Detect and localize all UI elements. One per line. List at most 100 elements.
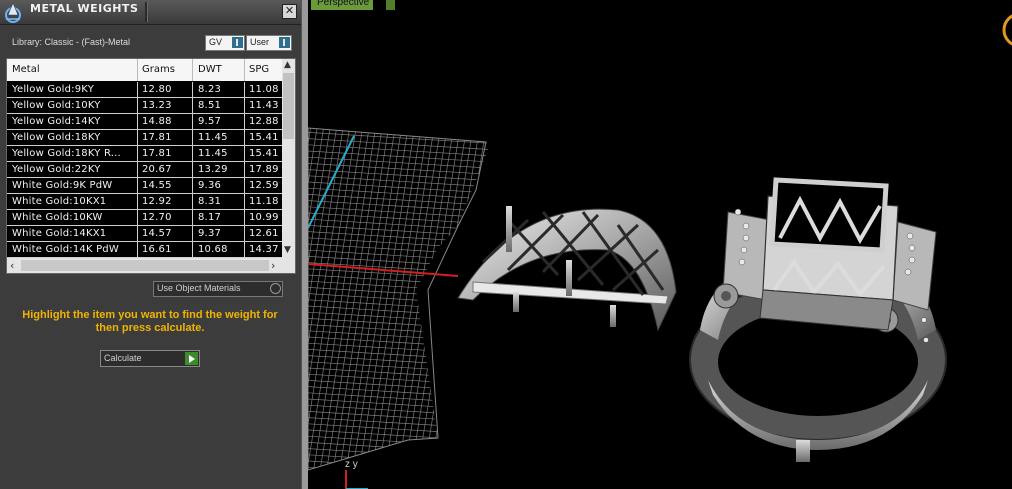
table-row[interactable]: Yellow Gold:22KY 20.67 13.29 17.89 <box>7 162 282 178</box>
grid-line <box>308 373 488 387</box>
user-dropdown[interactable]: User <box>246 35 292 51</box>
table-row[interactable]: Yellow Gold:18KY R... 17.81 11.45 15.41 <box>7 146 282 162</box>
table-row[interactable]: Yellow Gold:14KY 14.88 9.57 12.88 <box>7 114 282 130</box>
dwt-cell: 11.45 <box>198 132 228 143</box>
column-header-grams[interactable]: Grams <box>142 64 175 75</box>
column-header-metal[interactable]: Metal <box>12 64 40 75</box>
spg-cell: 11.43 <box>249 100 279 111</box>
dwt-cell: 8.31 <box>198 196 222 207</box>
spg-cell: 10.99 <box>249 212 279 223</box>
grid-line <box>344 128 405 470</box>
arrow-down-icon[interactable]: ▼ <box>284 245 291 255</box>
grams-cell: 14.55 <box>142 180 172 191</box>
table-row[interactable]: White Gold:10KW 12.70 8.17 10.99 <box>7 210 282 226</box>
arrow-left-icon[interactable]: ‹ <box>10 259 14 272</box>
grid-line <box>308 225 488 238</box>
column-divider[interactable] <box>137 59 138 81</box>
use-object-materials-toggle[interactable]: Use Object Materials <box>153 281 283 297</box>
table-row[interactable]: White Gold:14K PdW 16.61 10.68 14.37 <box>7 242 282 258</box>
grid-line <box>308 386 488 399</box>
instruction-text: Highlight the item you want to find the … <box>22 309 278 334</box>
grid-line <box>308 299 488 313</box>
panel-title: METAL WEIGHTS <box>30 2 139 15</box>
metal-cell: Yellow Gold:14KY <box>12 116 101 127</box>
gv-dropdown[interactable]: GV <box>205 35 245 51</box>
table-row[interactable]: Yellow Gold:10KY 13.23 8.51 11.43 <box>7 98 282 114</box>
spg-cell: 12.61 <box>249 228 279 239</box>
dropdown-arrow-icon <box>232 37 243 48</box>
grams-cell: 12.80 <box>142 84 172 95</box>
grid-line <box>308 249 488 263</box>
grid-line <box>308 336 488 350</box>
grams-cell: 12.92 <box>142 196 172 207</box>
grid-line <box>308 361 488 375</box>
grams-cell: 14.88 <box>142 116 172 127</box>
viewport-label[interactable]: Perspective <box>311 0 374 10</box>
vertical-scroll-thumb[interactable] <box>283 73 294 139</box>
metal-cell: White Gold:9K PdW <box>12 180 113 191</box>
viewport-scene <box>308 14 1012 489</box>
dwt-cell: 11.45 <box>198 148 228 159</box>
column-divider[interactable] <box>244 59 245 81</box>
dwt-cell: 8.51 <box>198 100 222 111</box>
panel-titlebar[interactable]: METAL WEIGHTS ✕ <box>0 0 301 25</box>
table-body: Yellow Gold:9KY 12.80 8.23 11.08 Yellow Gold… <box>7 82 282 258</box>
grid-line <box>363 128 425 470</box>
column-header-dwt[interactable]: DWT <box>198 64 222 75</box>
grid-line <box>308 466 488 470</box>
table-header: Metal Grams DWT SPG <box>7 59 282 81</box>
spg-cell: 11.08 <box>249 84 279 95</box>
table-row[interactable]: White Gold:9K PdW 14.55 9.36 12.59 <box>7 178 282 194</box>
close-button[interactable]: ✕ <box>282 4 297 19</box>
grams-cell: 14.57 <box>142 228 172 239</box>
construction-grid <box>308 128 508 489</box>
spg-cell: 12.59 <box>249 180 279 191</box>
grid-line <box>308 132 488 145</box>
table-row[interactable]: Yellow Gold:18KY 17.81 11.45 15.41 <box>7 130 282 146</box>
horizontal-scroll-thumb[interactable] <box>21 260 269 271</box>
grid-line <box>308 144 488 158</box>
arrow-right-icon[interactable]: › <box>271 259 275 272</box>
table-row[interactable]: White Gold:14KX1 14.57 9.37 12.61 <box>7 226 282 242</box>
dwt-cell: 9.37 <box>198 228 222 239</box>
use-object-materials-label: Use Object Materials <box>157 283 241 293</box>
orbit-gizmo-icon <box>1002 14 1012 46</box>
grid-line <box>308 181 488 195</box>
toggle-knob-icon <box>270 283 281 294</box>
grid-line <box>383 128 444 470</box>
grams-cell: 12.70 <box>142 212 172 223</box>
library-label: Library: Classic - (Fast)-Metal <box>12 37 131 47</box>
metal-cell: Yellow Gold:18KY <box>12 132 101 143</box>
grid-line <box>357 128 418 470</box>
vertical-scrollbar[interactable]: ▲ ▼ <box>282 59 295 258</box>
gv-dropdown-label: GV <box>209 37 223 47</box>
grams-cell: 16.61 <box>142 244 172 255</box>
table-row[interactable]: White Gold:10KX1 12.92 8.31 11.18 <box>7 194 282 210</box>
dwt-cell: 9.57 <box>198 116 222 127</box>
metal-cell: Yellow Gold:10KY <box>12 100 101 111</box>
metal-cell: Yellow Gold:18KY R... <box>12 148 121 159</box>
grams-cell: 17.81 <box>142 148 172 159</box>
spg-cell: 15.41 <box>249 148 279 159</box>
grid-line <box>350 128 412 470</box>
metal-cell: White Gold:10KW <box>12 212 103 223</box>
metal-cell: White Gold:14K PdW <box>12 244 119 255</box>
horizontal-scrollbar[interactable]: ‹ › <box>7 258 295 273</box>
table-row[interactable]: Yellow Gold:9KY 12.80 8.23 11.08 <box>7 82 282 98</box>
grams-cell: 13.23 <box>142 100 172 111</box>
grid-line <box>308 448 488 461</box>
calculate-button-label: Calculate <box>104 353 142 363</box>
column-header-spg[interactable]: SPG <box>249 64 269 75</box>
grid-line <box>308 243 488 257</box>
grid-line <box>308 480 508 489</box>
column-gridline <box>192 82 193 258</box>
matrix-logo-icon <box>5 2 21 23</box>
column-divider[interactable] <box>192 59 193 81</box>
grid-line <box>308 423 488 437</box>
dwt-cell: 10.68 <box>198 244 228 255</box>
chevron-down-icon[interactable] <box>386 0 395 10</box>
spg-cell: 14.37 <box>249 244 279 255</box>
perspective-viewport[interactable]: Perspective z y <box>308 0 1012 489</box>
calculate-button[interactable]: Calculate <box>100 350 200 367</box>
arrow-up-icon[interactable]: ▲ <box>284 60 291 70</box>
